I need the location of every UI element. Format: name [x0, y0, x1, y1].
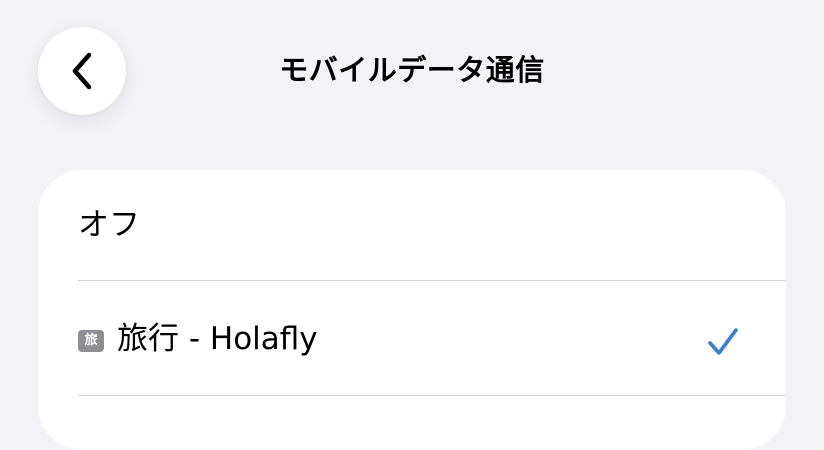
divider	[78, 395, 786, 396]
options-list: オフ 旅 旅行 - Holafly	[38, 170, 786, 450]
option-travel-label: 旅行 - Holafly	[117, 321, 318, 357]
checkmark-icon	[706, 325, 740, 359]
travel-badge: 旅	[78, 330, 104, 352]
divider	[78, 280, 786, 281]
option-off-label: オフ	[78, 207, 140, 243]
page-title: モバイルデータ通信	[279, 53, 545, 87]
option-off[interactable]	[38, 170, 786, 284]
navigation-bar: モバイルデータ通信	[0, 0, 824, 140]
